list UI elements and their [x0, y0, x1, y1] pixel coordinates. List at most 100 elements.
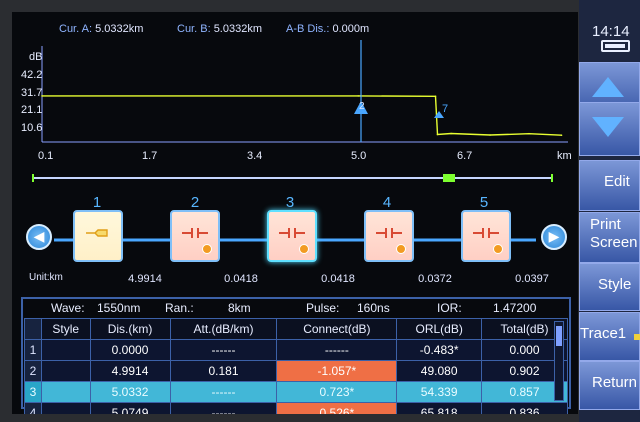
- table-row[interactable]: 4 5.0749 ------ 0.526* 65.818 0.836: [24, 402, 568, 414]
- y-ticks: 42.2 31.7 21.1 10.6: [21, 69, 42, 134]
- unit-label: Unit:km: [29, 272, 63, 283]
- row-distance: 4.9914: [89, 360, 171, 382]
- x-tick-unit: km: [557, 150, 572, 162]
- y-axis-label: dB: [29, 51, 42, 63]
- cursor-b-label: Cur. B:: [177, 23, 211, 35]
- trace-point-8: [528, 132, 530, 135]
- trace-line: [42, 95, 562, 136]
- row-distance: 5.0332: [89, 381, 171, 403]
- print-screen-button[interactable]: Print Screen: [579, 212, 640, 263]
- event-number-5: 5: [479, 194, 489, 211]
- row-distance: 5.0749: [89, 402, 171, 414]
- row-style: [41, 402, 91, 414]
- cursor-b-readout: Cur. B: 5.0332km: [177, 23, 262, 35]
- row-connect: 0.723*: [276, 381, 398, 403]
- event-map: ◀ ▶ 1 2 3 4 5 Unit:km 4.9914 0.0418 0.04…: [12, 188, 578, 296]
- overview-bar[interactable]: [12, 168, 578, 188]
- table-header-connect: Connect(dB): [276, 318, 398, 340]
- trace-point-1: [41, 95, 43, 97]
- event-number-1: 1: [92, 194, 102, 211]
- pulse-label: Pulse:: [306, 301, 340, 315]
- table-header-row: Style Dis.(km) Att.(dB/km) Connect(dB) O…: [24, 318, 568, 340]
- table-header-distance: Dis.(km): [89, 318, 171, 340]
- table-row[interactable]: 1 0.0000 ------ ------ -0.483* 0.000: [24, 339, 568, 361]
- event-table: Style Dis.(km) Att.(dB/km) Connect(dB) O…: [24, 318, 568, 414]
- event-next-button[interactable]: ▶: [541, 224, 567, 250]
- cursor-a-value: 5.0332km: [95, 23, 144, 35]
- table-header-orl: ORL(dB): [396, 318, 483, 340]
- event-marker-label-2: 2: [359, 101, 365, 112]
- event-number-3: 3: [285, 194, 295, 211]
- wave-value: 1550nm: [97, 301, 141, 315]
- row-attenuation: ------: [169, 402, 278, 414]
- row-connect: -1.057*: [276, 360, 398, 382]
- x-tick-2: 1.7: [142, 150, 157, 162]
- event-card-2[interactable]: [170, 210, 220, 262]
- overview-end-mark: [551, 174, 553, 182]
- range-label: Ran.:: [165, 301, 194, 315]
- event-prev-button[interactable]: ◀: [26, 224, 52, 250]
- x-tick-1: 0.1: [38, 150, 53, 162]
- trace-button[interactable]: Trace1: [579, 312, 640, 361]
- trace-series: [41, 95, 563, 136]
- row-orl: 54.339: [396, 381, 483, 403]
- event-number-2: 2: [190, 194, 200, 211]
- x-ticks: 0.1 1.7 3.4 5.0 6.7 km: [38, 150, 572, 162]
- overview-start-mark: [32, 174, 34, 182]
- row-style: [41, 381, 91, 403]
- range-value: 8km: [228, 301, 251, 315]
- event-card-1[interactable]: [73, 210, 123, 262]
- overview-window[interactable]: [443, 174, 455, 182]
- print-screen-label: Print Screen: [590, 216, 638, 251]
- row-total: 0.836: [481, 402, 568, 414]
- wave-label: Wave:: [51, 301, 85, 315]
- ior-label: IOR:: [437, 301, 462, 315]
- event-card-3[interactable]: [267, 210, 317, 262]
- event-warning-dot: [493, 244, 503, 254]
- table-row-selected[interactable]: 3 5.0332 ------ 0.723* 54.339 0.857: [24, 381, 568, 403]
- table-header-attenuation: Att.(dB/km): [169, 318, 278, 340]
- event-distance-3: 0.0418: [321, 273, 355, 285]
- y-tick-3: 21.1: [21, 104, 42, 116]
- event-card-4[interactable]: [364, 210, 414, 262]
- down-arrow-icon: [592, 117, 624, 137]
- edit-button[interactable]: Edit: [579, 160, 640, 211]
- event-warning-dot: [396, 244, 406, 254]
- otdr-trace-chart: dB 42.2 31.7 21.1 10.6 0.1 1.7 3.4 5.0 6…: [21, 40, 572, 162]
- style-button[interactable]: Style: [579, 263, 640, 311]
- ab-distance-readout: A-B Dis.: 0.000m: [286, 23, 369, 35]
- table-header-style: Style: [41, 318, 91, 340]
- y-tick-4: 10.6: [21, 122, 42, 134]
- row-connect: ------: [276, 339, 398, 361]
- edit-label: Edit: [604, 173, 630, 190]
- launch-connector-icon: [86, 229, 108, 237]
- event-distance-1: 4.9914: [128, 273, 162, 285]
- trace-point-6: [450, 132, 452, 135]
- y-tick-1: 42.2: [21, 69, 42, 81]
- measurement-info-line: Wave: 1550nm Ran.: 8km Pulse: 160ns IOR:…: [23, 299, 569, 317]
- row-attenuation: 0.181: [169, 360, 278, 382]
- time-display: 14:14: [592, 23, 630, 40]
- cursor-a-label: Cur. A:: [59, 23, 93, 35]
- event-card-5[interactable]: [461, 210, 511, 262]
- connector-icon: [279, 228, 305, 238]
- scroll-down-button[interactable]: [579, 102, 640, 156]
- table-scrollbar[interactable]: [554, 321, 564, 401]
- event-distance-2: 0.0418: [224, 273, 258, 285]
- row-index: 2: [24, 360, 42, 382]
- battery-icon: [601, 40, 630, 52]
- row-style: [41, 339, 91, 361]
- connector-icon: [376, 228, 402, 238]
- trace-point-4: [434, 95, 437, 98]
- otdr-screen: Cur. A: 5.0332km Cur. B: 5.0332km A-B Di…: [12, 12, 578, 414]
- event-table-panel: Wave: 1550nm Ran.: 8km Pulse: 160ns IOR:…: [21, 297, 571, 414]
- table-row[interactable]: 2 4.9914 0.181 -1.057* 49.080 0.902: [24, 360, 568, 382]
- table-scroll-thumb[interactable]: [556, 326, 562, 346]
- row-distance: 0.0000: [89, 339, 171, 361]
- trace-point-7: [489, 134, 491, 136]
- trace-point-9: [560, 134, 563, 136]
- return-button[interactable]: Return: [579, 361, 640, 410]
- row-attenuation: ------: [169, 381, 278, 403]
- event-number-4: 4: [382, 194, 392, 211]
- y-tick-2: 31.7: [21, 87, 42, 99]
